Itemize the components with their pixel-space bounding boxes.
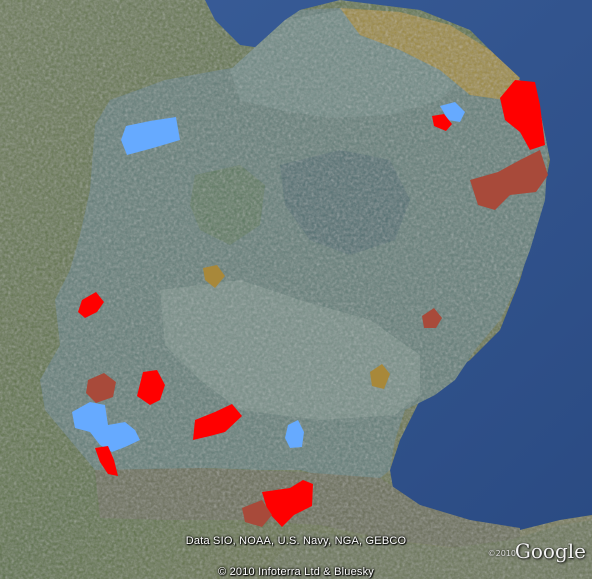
map-view[interactable]: Data SIO, NOAA, U.S. Navy, NGA, GEBCO © …	[0, 0, 592, 579]
map-canvas[interactable]	[0, 0, 592, 579]
google-logo-year: ©2010	[487, 549, 516, 558]
map-data-attribution: Data SIO, NOAA, U.S. Navy, NGA, GEBCO	[185, 535, 407, 547]
google-logo: Google	[514, 539, 586, 563]
imagery-copyright: © 2010 Infoterra Ltd & Bluesky	[218, 566, 374, 578]
